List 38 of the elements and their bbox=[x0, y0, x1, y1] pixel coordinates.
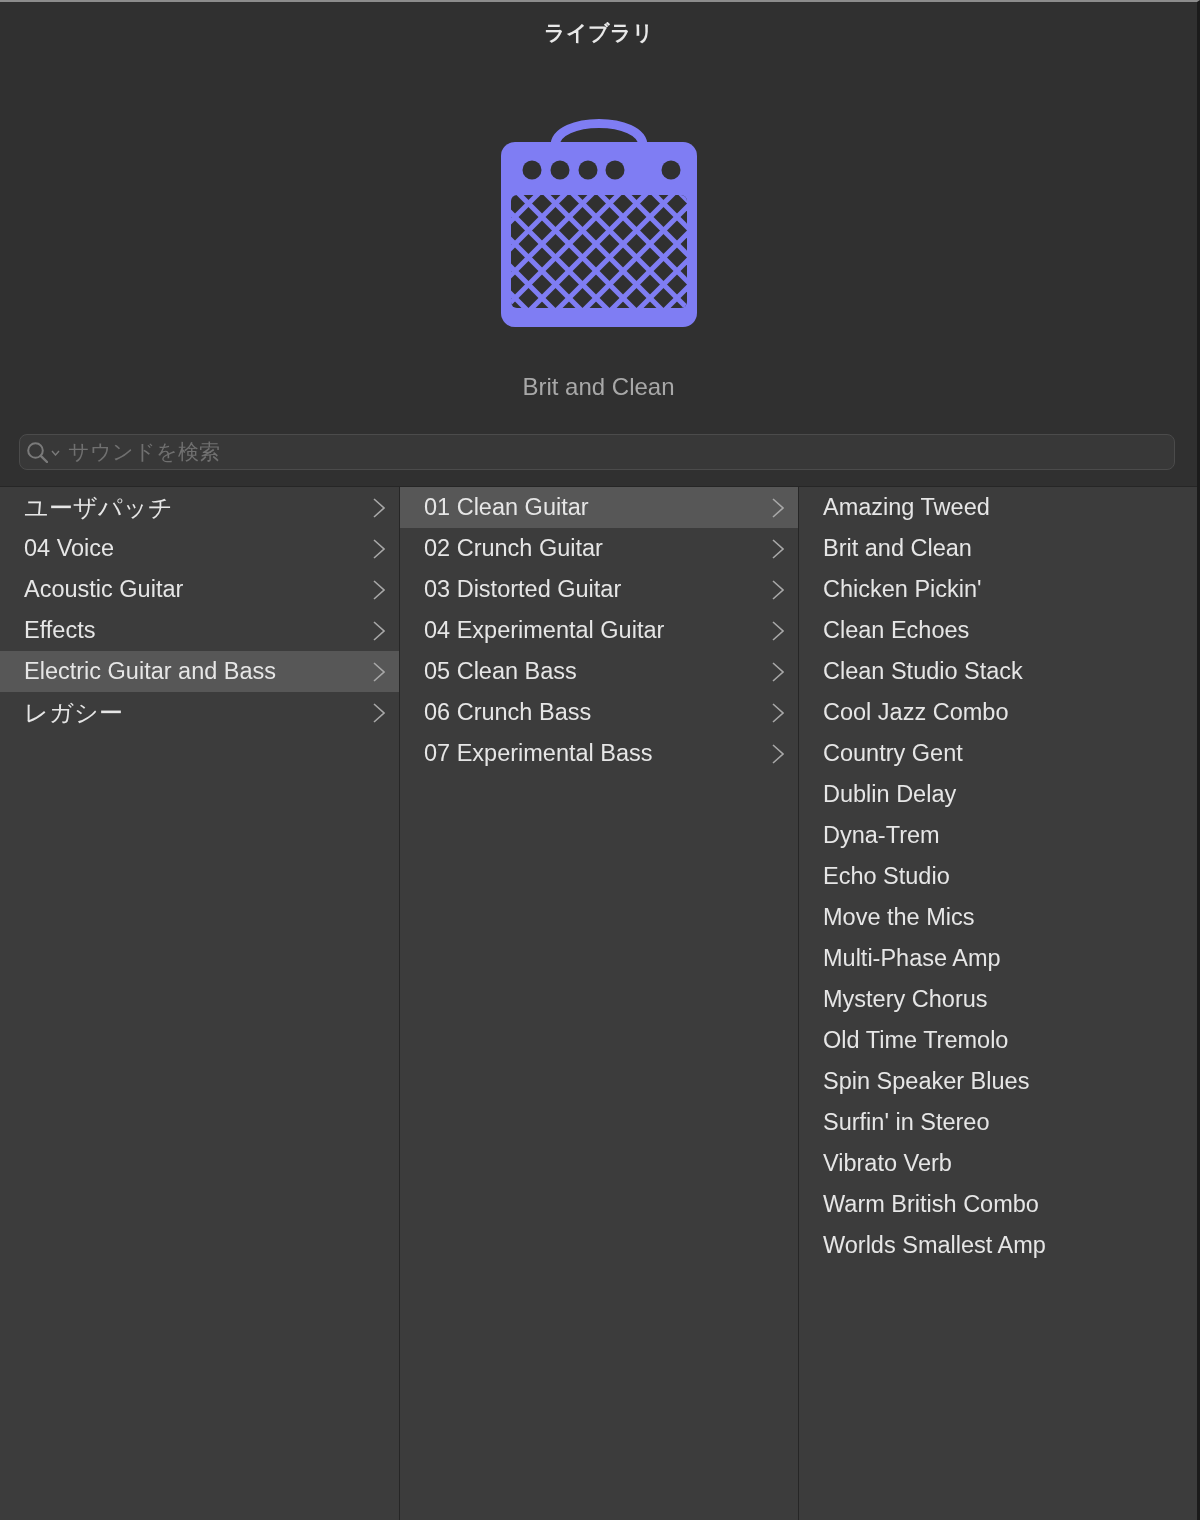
list-item[interactable]: Spin Speaker Blues bbox=[799, 1061, 1197, 1102]
list-item[interactable]: Vibrato Verb bbox=[799, 1143, 1197, 1184]
list-item[interactable]: Effects bbox=[0, 610, 399, 651]
list-item[interactable]: Surfin' in Stereo bbox=[799, 1102, 1197, 1143]
list-item[interactable]: 01 Clean Guitar bbox=[400, 487, 798, 528]
window-title: ライブラリ bbox=[543, 20, 654, 46]
list-item[interactable]: 02 Crunch Guitar bbox=[400, 528, 798, 569]
list-item[interactable]: Chicken Pickin' bbox=[799, 569, 1197, 610]
list-item[interactable]: Dublin Delay bbox=[799, 774, 1197, 815]
list-item[interactable]: Brit and Clean bbox=[799, 528, 1197, 569]
list-item[interactable]: Mystery Chorus bbox=[799, 979, 1197, 1020]
list-item[interactable]: Echo Studio bbox=[799, 856, 1197, 897]
search-icon[interactable] bbox=[27, 442, 48, 463]
list-item[interactable]: レガシー bbox=[0, 692, 399, 733]
list-item[interactable]: Move the Mics bbox=[799, 897, 1197, 938]
list-item[interactable]: Old Time Tremolo bbox=[799, 1020, 1197, 1061]
list-item[interactable]: Acoustic Guitar bbox=[0, 569, 399, 610]
list-item[interactable]: Amazing Tweed bbox=[799, 487, 1197, 528]
list-item[interactable]: Clean Echoes bbox=[799, 610, 1197, 651]
list-item[interactable]: Cool Jazz Combo bbox=[799, 692, 1197, 733]
list-item[interactable]: 05 Clean Bass bbox=[400, 651, 798, 692]
amplifier-icon bbox=[500, 118, 697, 327]
patch-name: Brit and Clean bbox=[522, 373, 675, 401]
search-field[interactable]: サウンドを検索 bbox=[19, 434, 1175, 470]
list-item[interactable]: 04 Experimental Guitar bbox=[400, 610, 798, 651]
list-item[interactable]: 06 Crunch Bass bbox=[400, 692, 798, 733]
list-item[interactable]: Electric Guitar and Bass bbox=[0, 651, 399, 692]
list-item[interactable]: Clean Studio Stack bbox=[799, 651, 1197, 692]
list-item[interactable]: Warm British Combo bbox=[799, 1184, 1197, 1225]
list-item[interactable]: Country Gent bbox=[799, 733, 1197, 774]
caret-icon[interactable] bbox=[51, 450, 60, 456]
list-item[interactable]: 07 Experimental Bass bbox=[400, 733, 798, 774]
list-item[interactable]: 03 Distorted Guitar bbox=[400, 569, 798, 610]
list-item[interactable]: Worlds Smallest Amp bbox=[799, 1225, 1197, 1266]
list-item[interactable]: Dyna-Trem bbox=[799, 815, 1197, 856]
list-item[interactable]: 04 Voice bbox=[0, 528, 399, 569]
list-item[interactable]: ユーザパッチ bbox=[0, 487, 399, 528]
list-item[interactable]: Multi-Phase Amp bbox=[799, 938, 1197, 979]
